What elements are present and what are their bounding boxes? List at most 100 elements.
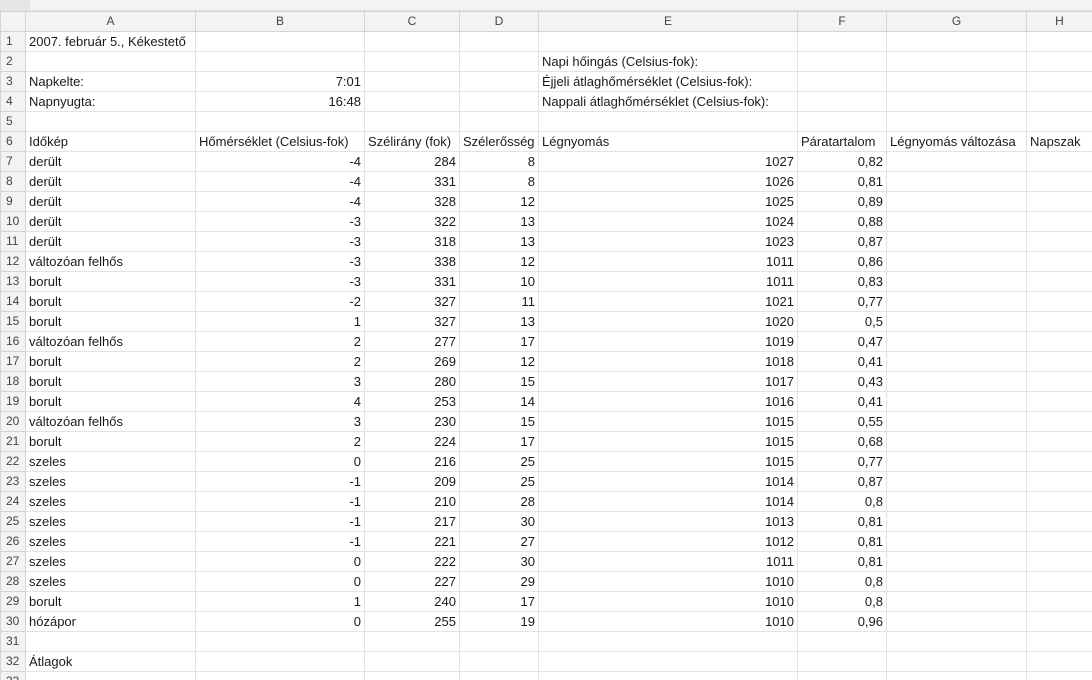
- cell-g7[interactable]: [886, 151, 1027, 172]
- cell-b29[interactable]: 1: [195, 591, 365, 612]
- cell-a1[interactable]: 2007. február 5., Kékestető: [25, 31, 196, 52]
- cell-a19[interactable]: borult: [25, 391, 196, 412]
- cell-g21[interactable]: [886, 431, 1027, 452]
- cell-h9[interactable]: [1026, 191, 1092, 212]
- cell-g20[interactable]: [886, 411, 1027, 432]
- cell-h30[interactable]: [1026, 611, 1092, 632]
- cell-a11[interactable]: derült: [25, 231, 196, 252]
- cell-h31[interactable]: [1026, 631, 1092, 652]
- cell-g25[interactable]: [886, 511, 1027, 532]
- cell-c8[interactable]: 331: [364, 171, 460, 192]
- cell-b31[interactable]: [195, 631, 365, 652]
- cell-b10[interactable]: -3: [195, 211, 365, 232]
- cell-g27[interactable]: [886, 551, 1027, 572]
- cell-c2[interactable]: [364, 51, 460, 72]
- cell-h21[interactable]: [1026, 431, 1092, 452]
- cell-f30[interactable]: 0,96: [797, 611, 887, 632]
- column-header-e[interactable]: E: [538, 11, 798, 32]
- cell-d26[interactable]: 27: [459, 531, 539, 552]
- cell-b16[interactable]: 2: [195, 331, 365, 352]
- row-header[interactable]: 14: [0, 291, 26, 312]
- cell-c15[interactable]: 327: [364, 311, 460, 332]
- cell-d32[interactable]: [459, 651, 539, 672]
- cell-e17[interactable]: 1018: [538, 351, 798, 372]
- cell-f32[interactable]: [797, 651, 887, 672]
- cell-d31[interactable]: [459, 631, 539, 652]
- cell-e30[interactable]: 1010: [538, 611, 798, 632]
- cell-f8[interactable]: 0,81: [797, 171, 887, 192]
- cell-c33[interactable]: [364, 671, 460, 680]
- cell-b24[interactable]: -1: [195, 491, 365, 512]
- cell-f1[interactable]: [797, 31, 887, 52]
- cell-c19[interactable]: 253: [364, 391, 460, 412]
- cell-a8[interactable]: derült: [25, 171, 196, 192]
- cell-a31[interactable]: [25, 631, 196, 652]
- cell-g19[interactable]: [886, 391, 1027, 412]
- cell-h1[interactable]: [1026, 31, 1092, 52]
- cell-e25[interactable]: 1013: [538, 511, 798, 532]
- cell-e19[interactable]: 1016: [538, 391, 798, 412]
- cell-e27[interactable]: 1011: [538, 551, 798, 572]
- cell-d10[interactable]: 13: [459, 211, 539, 232]
- cell-f21[interactable]: 0,68: [797, 431, 887, 452]
- column-header-b[interactable]: B: [195, 11, 365, 32]
- cell-f2[interactable]: [797, 51, 887, 72]
- cell-b1[interactable]: [195, 31, 365, 52]
- row-header[interactable]: 9: [0, 191, 26, 212]
- cell-e24[interactable]: 1014: [538, 491, 798, 512]
- cell-g24[interactable]: [886, 491, 1027, 512]
- cell-d18[interactable]: 15: [459, 371, 539, 392]
- cell-b5[interactable]: [195, 111, 365, 132]
- row-header[interactable]: 23: [0, 471, 26, 492]
- cell-g18[interactable]: [886, 371, 1027, 392]
- cell-e32[interactable]: [538, 651, 798, 672]
- cell-d22[interactable]: 25: [459, 451, 539, 472]
- cell-c7[interactable]: 284: [364, 151, 460, 172]
- cell-c25[interactable]: 217: [364, 511, 460, 532]
- cell-f12[interactable]: 0,86: [797, 251, 887, 272]
- cell-h29[interactable]: [1026, 591, 1092, 612]
- cell-e2[interactable]: Napi hőingás (Celsius-fok):: [538, 51, 798, 72]
- cell-f13[interactable]: 0,83: [797, 271, 887, 292]
- row-header[interactable]: 6: [0, 131, 26, 152]
- cell-a29[interactable]: borult: [25, 591, 196, 612]
- cell-a25[interactable]: szeles: [25, 511, 196, 532]
- cell-d1[interactable]: [459, 31, 539, 52]
- cell-e4[interactable]: Nappali átlaghőmérséklet (Celsius-fok):: [538, 91, 798, 112]
- cell-a9[interactable]: derült: [25, 191, 196, 212]
- column-header-a[interactable]: A: [25, 11, 196, 32]
- row-header[interactable]: 15: [0, 311, 26, 332]
- cell-h13[interactable]: [1026, 271, 1092, 292]
- row-header[interactable]: 29: [0, 591, 26, 612]
- cell-h12[interactable]: [1026, 251, 1092, 272]
- cell-g9[interactable]: [886, 191, 1027, 212]
- cell-f6[interactable]: Páratartalom: [797, 131, 887, 152]
- cell-g13[interactable]: [886, 271, 1027, 292]
- cell-f9[interactable]: 0,89: [797, 191, 887, 212]
- cell-f22[interactable]: 0,77: [797, 451, 887, 472]
- cell-f11[interactable]: 0,87: [797, 231, 887, 252]
- cell-a4[interactable]: Napnyugta:: [25, 91, 196, 112]
- cell-g23[interactable]: [886, 471, 1027, 492]
- cell-e13[interactable]: 1011: [538, 271, 798, 292]
- cell-g6[interactable]: Légnyomás változása: [886, 131, 1027, 152]
- cell-f24[interactable]: 0,8: [797, 491, 887, 512]
- cell-d9[interactable]: 12: [459, 191, 539, 212]
- row-header[interactable]: 25: [0, 511, 26, 532]
- cell-d29[interactable]: 17: [459, 591, 539, 612]
- cell-h20[interactable]: [1026, 411, 1092, 432]
- cell-c4[interactable]: [364, 91, 460, 112]
- column-header-c[interactable]: C: [364, 11, 460, 32]
- cell-b2[interactable]: [195, 51, 365, 72]
- cell-e16[interactable]: 1019: [538, 331, 798, 352]
- cell-d5[interactable]: [459, 111, 539, 132]
- row-header[interactable]: 30: [0, 611, 26, 632]
- cell-c22[interactable]: 216: [364, 451, 460, 472]
- cell-e26[interactable]: 1012: [538, 531, 798, 552]
- cell-e11[interactable]: 1023: [538, 231, 798, 252]
- cell-c1[interactable]: [364, 31, 460, 52]
- cell-a16[interactable]: változóan felhős: [25, 331, 196, 352]
- cell-a26[interactable]: szeles: [25, 531, 196, 552]
- cell-b25[interactable]: -1: [195, 511, 365, 532]
- cell-c32[interactable]: [364, 651, 460, 672]
